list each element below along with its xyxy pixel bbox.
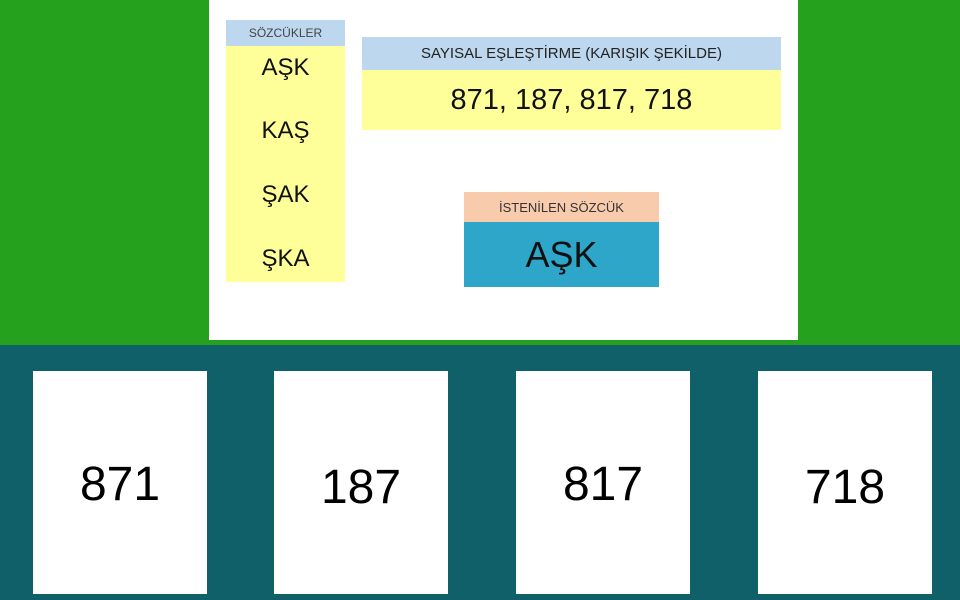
number-card-187[interactable]: 187 — [274, 371, 448, 594]
card-number: 817 — [562, 458, 644, 511]
word-item: ŞAK — [261, 181, 310, 208]
word-item: KAŞ — [261, 117, 310, 144]
word-item: AŞK — [261, 54, 310, 81]
number-card-718[interactable]: 718 — [758, 371, 932, 594]
card-number: 187 — [320, 461, 402, 514]
target-word-header: İSTENİLEN SÖZCÜK — [464, 192, 659, 222]
words-list: AŞK KAŞ ŞAK ŞKA — [226, 46, 345, 282]
card-number: 718 — [804, 461, 886, 514]
numeric-mapping-header: SAYISAL EŞLEŞTİRME (KARIŞIK ŞEKİLDE) — [362, 37, 781, 70]
words-header: SÖZCÜKLER — [226, 20, 345, 46]
number-card-817[interactable]: 817 — [516, 371, 690, 594]
numeric-mapping-value: 871, 187, 817, 718 — [362, 70, 781, 130]
word-item: ŞKA — [261, 245, 310, 272]
target-word: AŞK — [464, 222, 659, 287]
card-number: 871 — [79, 458, 161, 511]
number-card-871[interactable]: 871 — [33, 371, 207, 594]
